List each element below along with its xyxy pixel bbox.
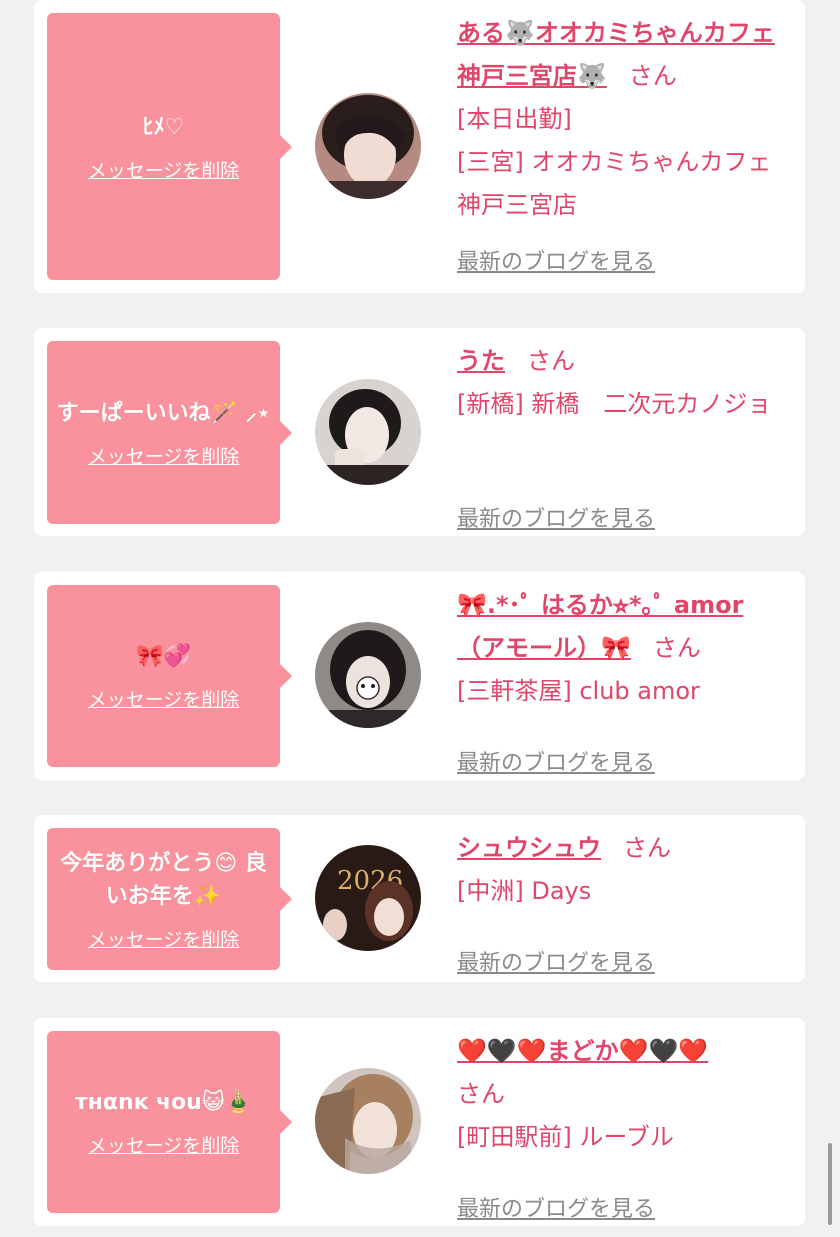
message-text: 今年ありがとう😊 良いお年を✨ [60, 850, 267, 909]
delete-message-link[interactable]: メッセージを削除 [88, 685, 240, 712]
message-bubble: тнαnĸ чou😺🎍 メッセージを削除 [47, 1031, 292, 1213]
honorific: さん [527, 347, 575, 375]
profile-name-link[interactable]: うた [457, 347, 505, 375]
profile-name-link[interactable]: ❤️🖤❤️まどか❤️🖤❤️ [457, 1037, 708, 1065]
message-text: すーぱーいいね🪄 ⸝⋆ [56, 400, 271, 426]
status-line: [本日出勤] [457, 105, 572, 133]
favorite-card: ﾋﾒ♡ メッセージを削除 ある🐺オオカミちゃんカフェ神戸三宮店🐺 さん [本日出勤… [34, 0, 805, 293]
message-bubble: 🎀💞 メッセージを削除 [47, 585, 292, 767]
blog-link[interactable]: 最新のブログを見る [457, 244, 655, 276]
profile-info: シュウシュウ さん [中洲] Days 最新のブログを見る [457, 827, 792, 976]
avatar[interactable] [315, 622, 421, 728]
profile-info: うた さん [新橋] 新橋 二次元カノジョ 最新のブログを見る [457, 340, 792, 532]
shop-line: [町田駅前] ルーブル [457, 1123, 674, 1151]
avatar[interactable] [315, 379, 421, 485]
shop-line: [中洲] Days [457, 877, 592, 905]
profile-name-link[interactable]: シュウシュウ [457, 834, 601, 862]
message-text: 🎀💞 [136, 644, 191, 669]
message-bubble: 今年ありがとう😊 良いお年を✨ メッセージを削除 [47, 828, 292, 970]
delete-message-link[interactable]: メッセージを削除 [88, 925, 240, 952]
favorite-card: 🎀💞 メッセージを削除 🎀.*･ﾟ はるか⭐︎*｡ﾟ amor （アモール）🎀 さ… [34, 572, 805, 780]
avatar[interactable]: 2026 [315, 845, 421, 951]
honorific: さん [628, 62, 677, 90]
favorite-card: すーぱーいいね🪄 ⸝⋆ メッセージを削除 うた さん [新橋] 新橋 二次元カノジ… [34, 328, 805, 536]
delete-message-link[interactable]: メッセージを削除 [88, 156, 240, 183]
delete-message-link[interactable]: メッセージを削除 [88, 442, 240, 469]
scrollbar[interactable] [828, 1143, 832, 1225]
blog-link[interactable]: 最新のブログを見る [457, 745, 655, 777]
shop-line: [三宮] オオカミちゃんカフェ神戸三宮店 [457, 148, 772, 219]
shop-line: [新橋] 新橋 二次元カノジョ [457, 390, 772, 418]
honorific: さん [623, 834, 671, 862]
avatar[interactable] [315, 1068, 421, 1174]
delete-message-link[interactable]: メッセージを削除 [88, 1131, 240, 1158]
avatar[interactable] [315, 93, 421, 199]
shop-line: [三軒茶屋] club amor [457, 677, 700, 705]
honorific: さん [457, 1080, 505, 1108]
honorific: さん [652, 634, 701, 662]
blog-link[interactable]: 最新のブログを見る [457, 1191, 655, 1223]
message-bubble: ﾋﾒ♡ メッセージを削除 [47, 13, 292, 280]
profile-name-link[interactable]: ある🐺オオカミちゃんカフェ神戸三宮店🐺 [457, 19, 775, 90]
message-text: ﾋﾒ♡ [142, 114, 185, 140]
blog-link[interactable]: 最新のブログを見る [457, 501, 655, 533]
message-text: тнαnĸ чou😺🎍 [74, 1090, 253, 1115]
profile-info: ❤️🖤❤️まどか❤️🖤❤️ さん [町田駅前] ルーブル 最新のブログを見る [457, 1030, 792, 1222]
favorite-card: тнαnĸ чou😺🎍 メッセージを削除 ❤️🖤❤️まどか❤️🖤❤️ さん [町… [34, 1018, 805, 1226]
blog-link[interactable]: 最新のブログを見る [457, 945, 655, 977]
profile-info: ある🐺オオカミちゃんカフェ神戸三宮店🐺 さん [本日出勤] [三宮] オオカミちゃ… [457, 12, 792, 275]
profile-info: 🎀.*･ﾟ はるか⭐︎*｡ﾟ amor （アモール）🎀 さん [三軒茶屋] clu… [457, 584, 792, 776]
message-bubble: すーぱーいいね🪄 ⸝⋆ メッセージを削除 [47, 341, 292, 524]
favorite-card: 今年ありがとう😊 良いお年を✨ メッセージを削除 2026 シュウシュウ さん [… [34, 815, 805, 982]
